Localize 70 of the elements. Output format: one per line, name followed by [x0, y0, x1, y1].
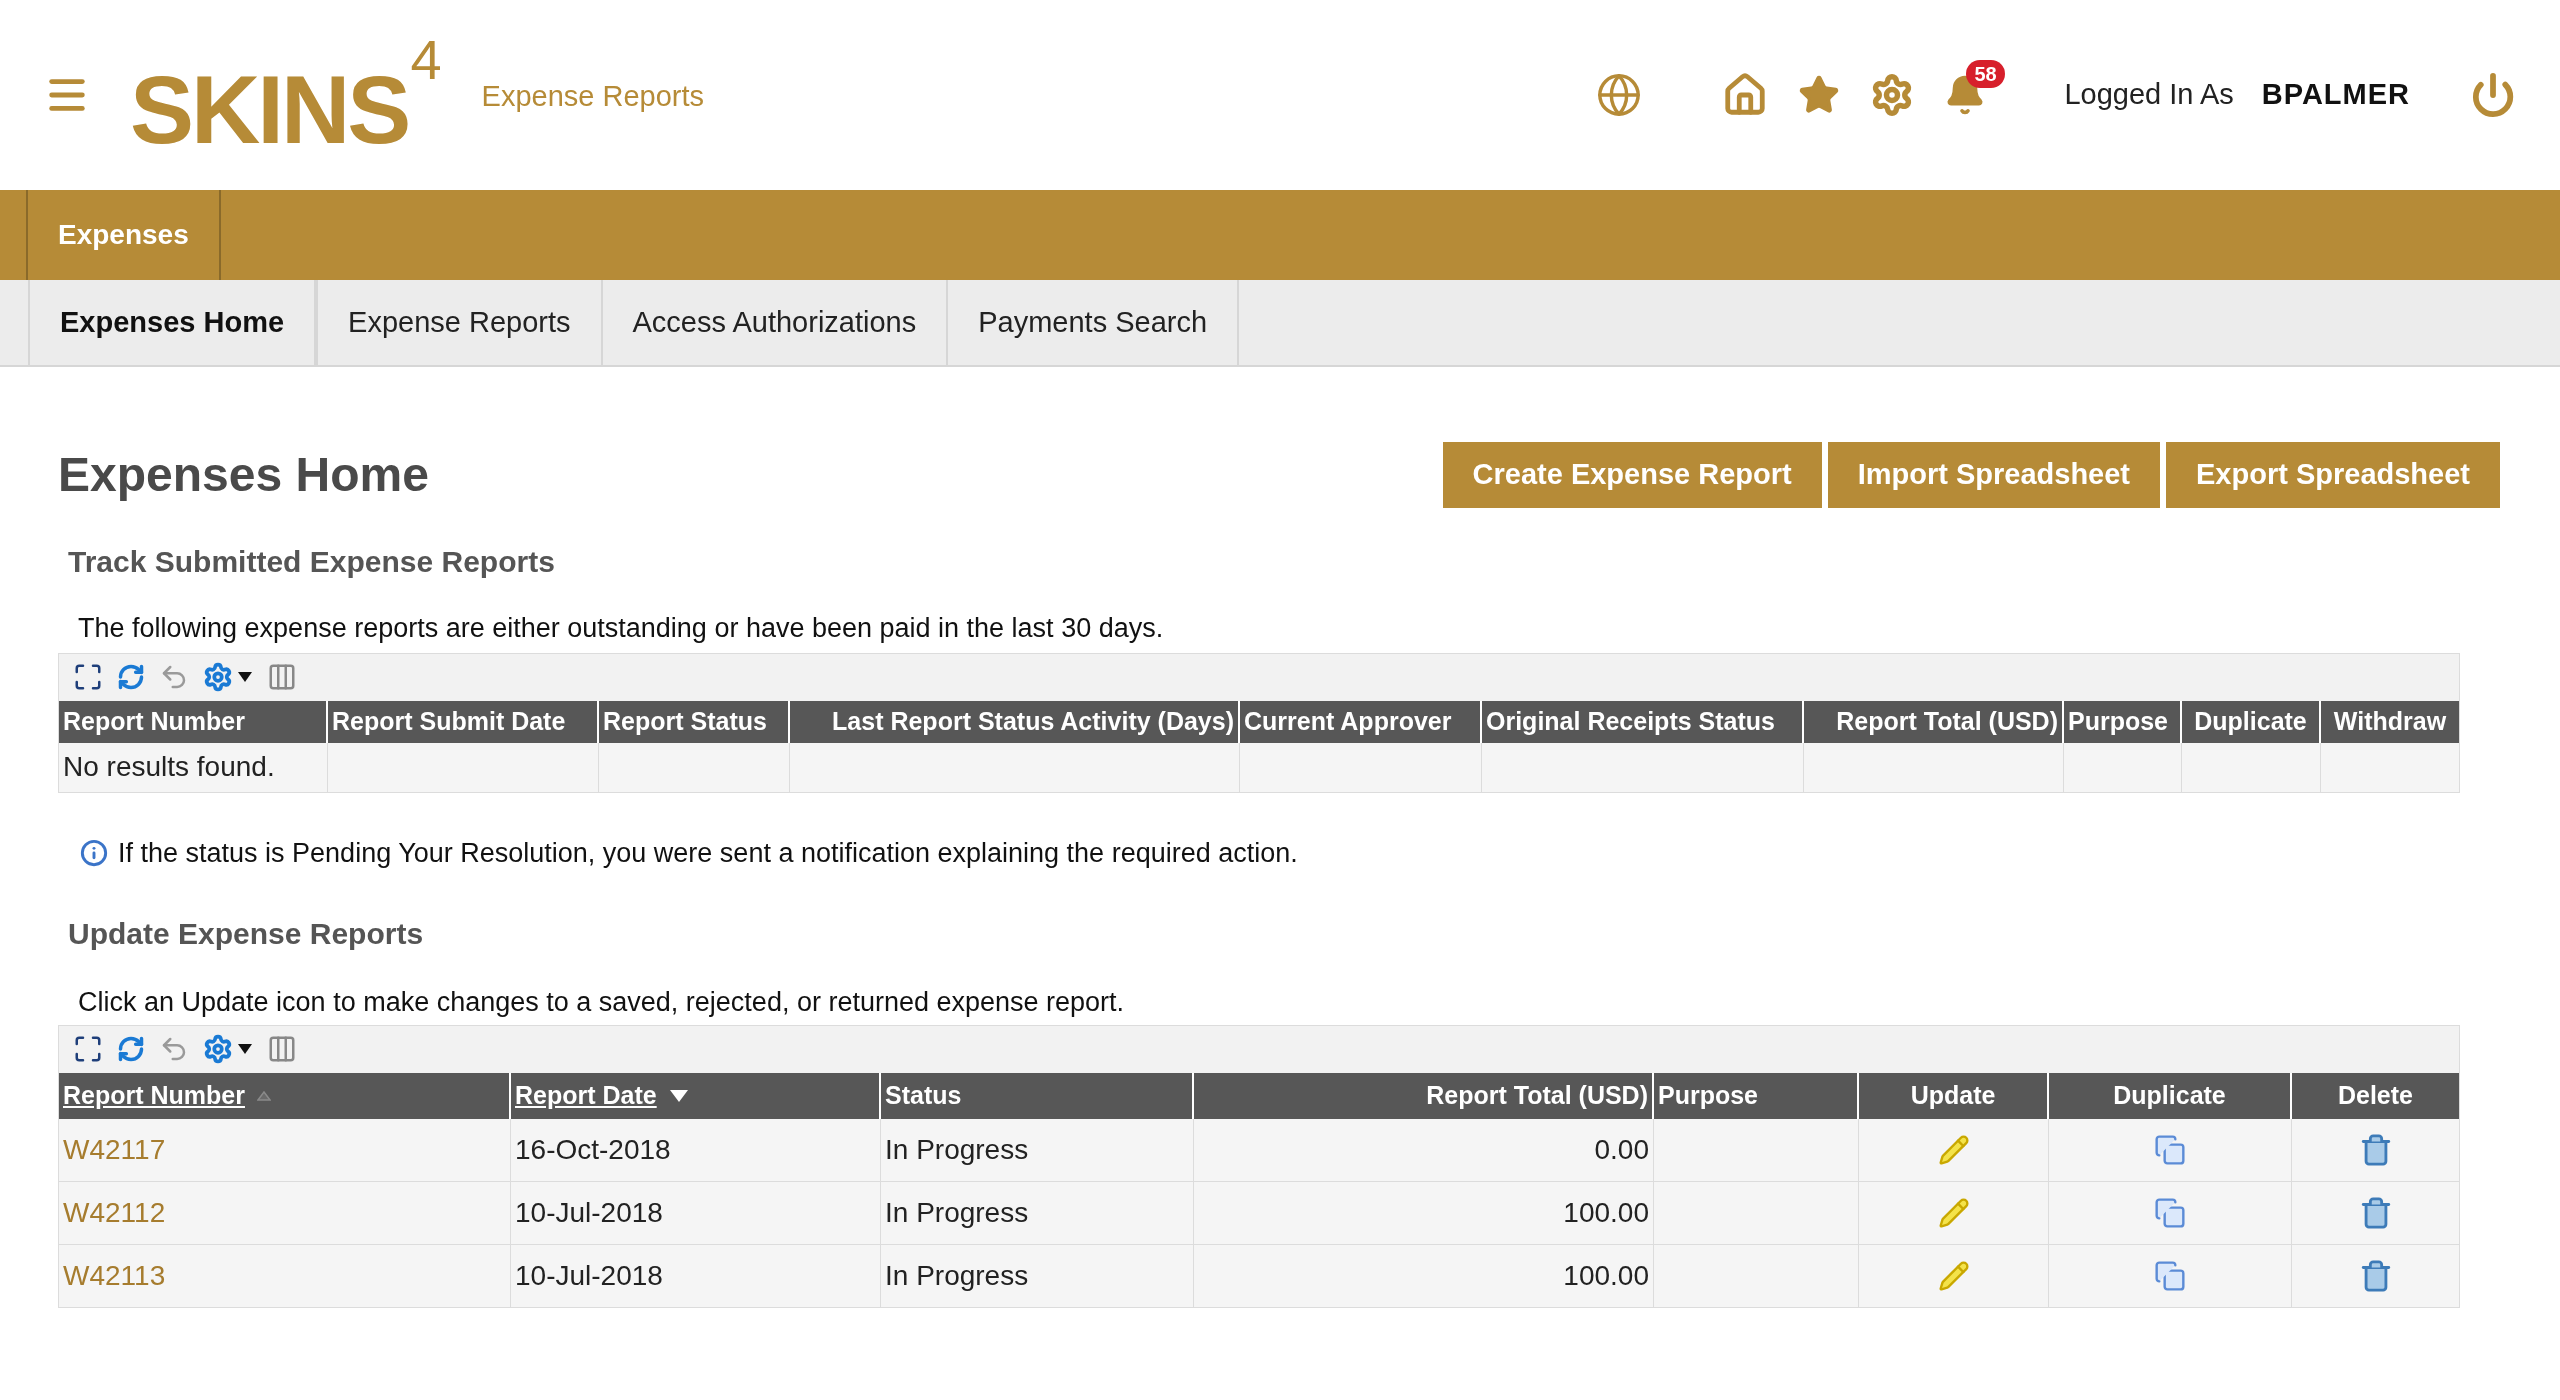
report-total: 0.00	[1594, 1132, 1649, 1167]
column-header: Report Status	[599, 700, 790, 743]
column-header: Report Submit Date	[328, 700, 599, 743]
report-status: In Progress	[885, 1195, 1029, 1230]
username: BPALMER	[2261, 77, 2410, 113]
column-header[interactable]: Report Date	[511, 1072, 881, 1119]
action-button[interactable]: Import Spreadsheet	[1827, 442, 2160, 508]
fit-icon[interactable]	[73, 1034, 103, 1064]
section-description: The following expense reports are either outstanding or have been paid in the last 30 days.	[78, 612, 1165, 645]
fit-icon[interactable]	[73, 662, 103, 692]
column-header: Report Number	[59, 700, 328, 743]
column-header: Duplicate	[2049, 1072, 2292, 1119]
column-header: Report Total (USD)	[1194, 1072, 1654, 1119]
report-number-link[interactable]: W42113	[63, 1254, 166, 1297]
refresh-icon[interactable]	[117, 1035, 145, 1063]
report-status: In Progress	[885, 1258, 1029, 1293]
module-title: Expense Reports	[481, 79, 704, 115]
column-header: Duplicate	[2182, 700, 2321, 743]
settings-icon[interactable]	[203, 1034, 233, 1064]
report-date: 16-Oct-2018	[515, 1132, 671, 1167]
globe-icon[interactable]	[1596, 72, 1643, 118]
column-header: Purpose	[1654, 1072, 1859, 1119]
column-header: Report Total (USD)	[1804, 700, 2064, 743]
copy-icon[interactable]	[2154, 1196, 2186, 1229]
report-number-link[interactable]: W42112	[63, 1191, 166, 1234]
columns-icon[interactable]	[267, 662, 297, 692]
report-status: In Progress	[885, 1132, 1029, 1167]
section-heading: Track Submitted Expense Reports	[68, 544, 556, 580]
pencil-icon[interactable]	[1937, 1196, 1970, 1229]
section-heading: Update Expense Reports	[68, 916, 425, 952]
pencil-icon[interactable]	[1937, 1259, 1970, 1292]
report-date: 10-Jul-2018	[515, 1195, 663, 1230]
logged-in-label: Logged In As	[2064, 77, 2234, 113]
column-header: Original Receipts Status	[1482, 700, 1804, 743]
power-icon[interactable]	[2470, 72, 2516, 118]
sort-descending-icon[interactable]	[668, 1088, 689, 1103]
action-button[interactable]: Export Spreadsheet	[2166, 442, 2500, 508]
column-header: Current Approver	[1240, 700, 1482, 743]
nav-tab[interactable]: Access Authorizations	[600, 280, 947, 365]
copy-icon[interactable]	[2154, 1259, 2186, 1292]
caret-icon[interactable]	[237, 671, 253, 683]
column-header: Status	[881, 1072, 1194, 1119]
nav-tab[interactable]: Payments Search	[946, 280, 1240, 365]
column-header: Update	[1859, 1072, 2049, 1119]
settings-icon[interactable]	[203, 662, 233, 692]
sort-icon[interactable]	[256, 1090, 271, 1101]
nav-tab[interactable]: Expenses Home	[28, 280, 317, 365]
column-header: Withdraw	[2321, 700, 2459, 743]
copy-icon[interactable]	[2154, 1133, 2186, 1166]
section-description: Click an Update icon to make changes to a saved, rejected, or returned expense report.	[78, 986, 1126, 1019]
notification-badge: 58	[1966, 60, 2005, 88]
report-total: 100.00	[1563, 1258, 1649, 1293]
column-header: Last Report Status Activity (Days)	[790, 700, 1240, 743]
column-header: Delete	[2292, 1072, 2459, 1119]
action-button[interactable]: Create Expense Report	[1442, 442, 1822, 508]
info-icon	[80, 838, 108, 867]
pencil-icon[interactable]	[1937, 1133, 1970, 1166]
column-header: Purpose	[2064, 700, 2182, 743]
refresh-icon[interactable]	[117, 663, 145, 691]
info-message: If the status is Pending Your Resolution, you were sent a notification explaining the required action.	[118, 836, 1298, 870]
star-icon[interactable]	[1798, 74, 1841, 116]
caret-icon[interactable]	[237, 1043, 253, 1055]
nav-tab[interactable]: Expense Reports	[316, 280, 601, 365]
column-header[interactable]: Report Number	[59, 1072, 511, 1119]
columns-icon[interactable]	[267, 1034, 297, 1064]
report-total: 100.00	[1563, 1195, 1649, 1230]
report-number-link[interactable]: W42117	[63, 1128, 166, 1171]
empty-message: No results found.	[63, 750, 275, 784]
page-title: Expenses Home	[58, 447, 429, 503]
report-date: 10-Jul-2018	[515, 1258, 663, 1293]
